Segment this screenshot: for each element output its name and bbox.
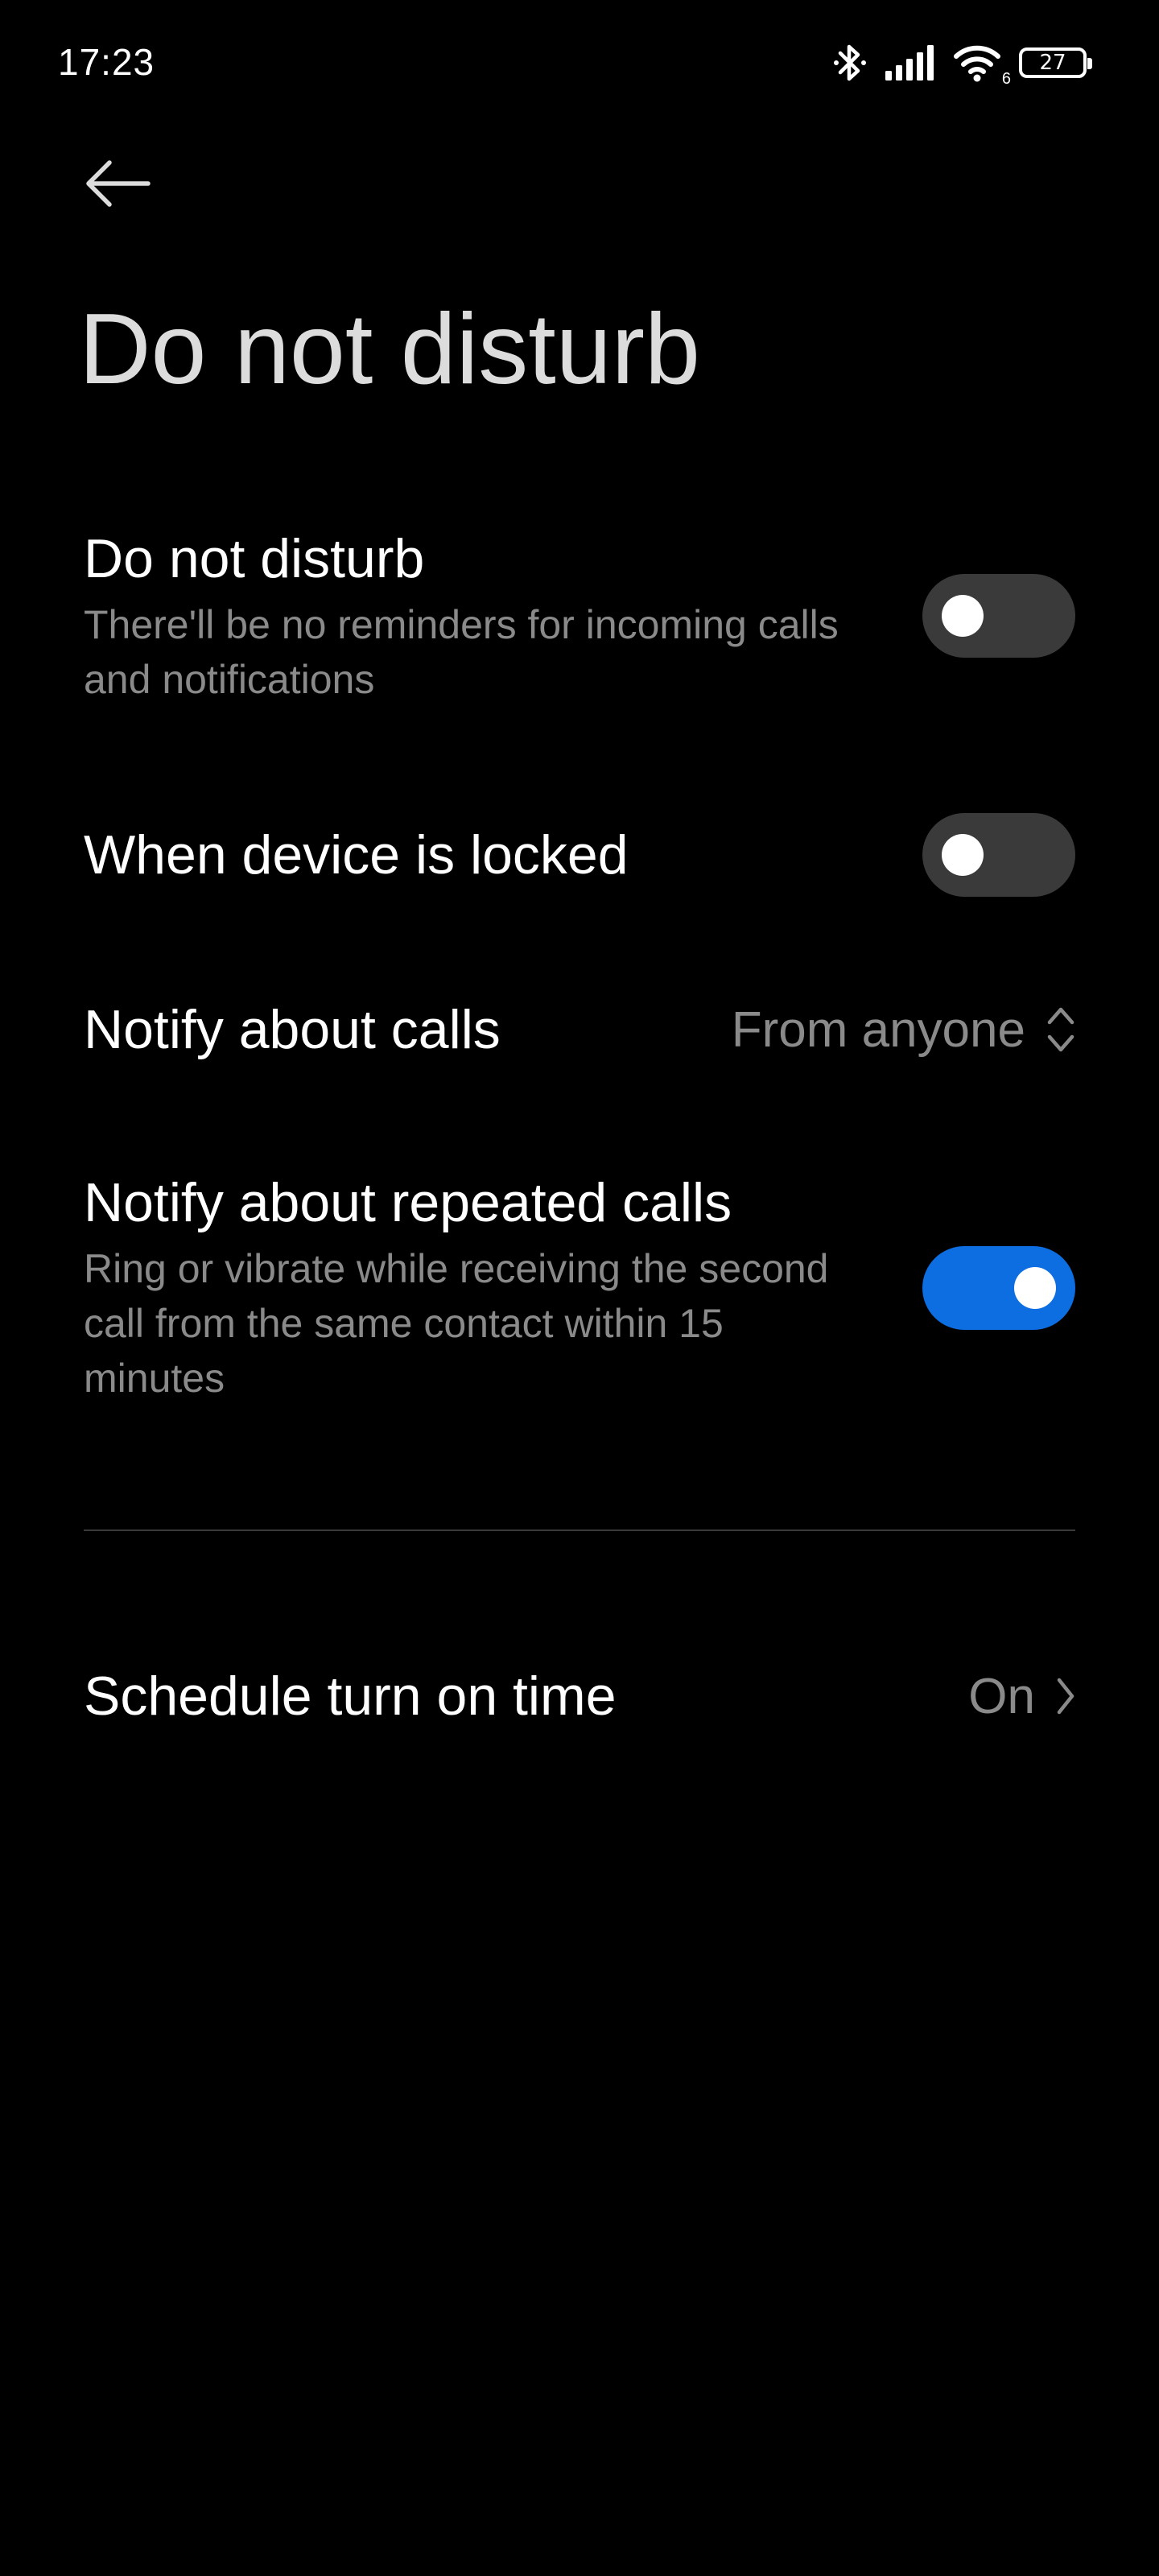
dnd-toggle[interactable] <box>922 574 1075 658</box>
notify-calls-row[interactable]: Notify about calls From anyone <box>84 997 1075 1063</box>
dnd-row[interactable]: Do not disturb There'll be no reminders … <box>84 526 1075 720</box>
battery-level: 27 <box>1039 51 1066 75</box>
wifi-label: 6 <box>1001 70 1011 88</box>
chevron-up-down-icon <box>1046 1005 1075 1055</box>
status-time: 17:23 <box>58 41 155 83</box>
battery-icon: 27 <box>1019 47 1092 78</box>
arrow-left-icon <box>84 159 151 213</box>
schedule-row[interactable]: Schedule turn on time On <box>84 1663 1075 1729</box>
repeated-calls-title: Notify about repeated calls <box>84 1172 732 1233</box>
locked-toggle[interactable] <box>922 813 1075 897</box>
notify-calls-value-group[interactable]: From anyone <box>732 997 1075 1063</box>
page-title: Do not disturb <box>79 294 700 405</box>
schedule-title: Schedule turn on time <box>84 1666 617 1727</box>
notify-calls-value: From anyone <box>731 1001 1025 1058</box>
toggle-knob <box>1014 1267 1056 1309</box>
status-icons: 6 27 <box>832 39 1092 88</box>
repeated-calls-description: Ring or vibrate while receiving the seco… <box>84 1245 829 1401</box>
wifi-icon: 6 <box>953 43 1011 88</box>
toggle-knob <box>942 834 984 876</box>
locked-row[interactable]: When device is locked <box>84 813 1075 897</box>
status-bar: 17:23 6 27 <box>0 0 1159 121</box>
repeated-calls-toggle[interactable] <box>922 1246 1075 1330</box>
toggle-knob <box>942 595 984 637</box>
schedule-value: On <box>968 1668 1035 1724</box>
signal-icon <box>885 45 935 80</box>
dnd-title: Do not disturb <box>84 528 425 589</box>
back-button[interactable] <box>77 145 158 225</box>
dnd-description: There'll be no reminders for incoming ca… <box>84 601 839 702</box>
bluetooth-icon <box>832 42 868 84</box>
section-divider <box>84 1530 1075 1531</box>
schedule-value-group[interactable]: On <box>968 1663 1075 1729</box>
chevron-right-icon <box>1056 1674 1075 1719</box>
repeated-calls-row[interactable]: Notify about repeated calls Ring or vibr… <box>84 1170 1075 1412</box>
